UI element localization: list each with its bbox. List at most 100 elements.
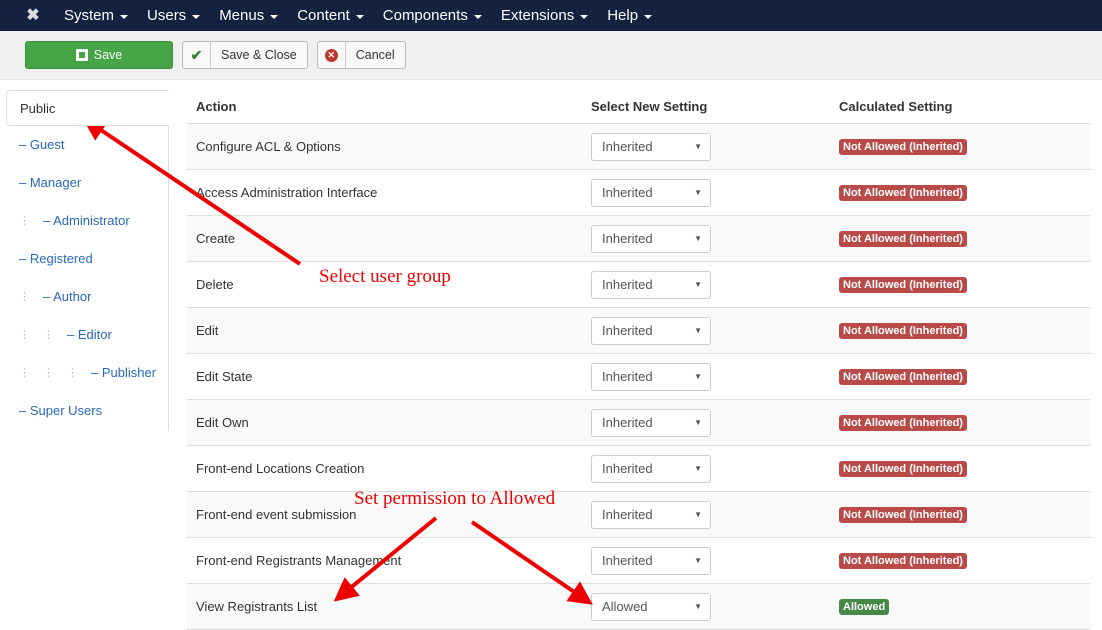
save-close-label: Save & Close	[221, 48, 297, 62]
sidebar-item-group[interactable]: – Super Users	[6, 391, 168, 429]
table-row: Front-end Locations Creation Inherited ▼ No…	[187, 446, 1091, 492]
group-label: – Registered	[19, 250, 93, 266]
action-name: Edit Own	[196, 415, 249, 430]
setting-cell: Inherited ▼	[583, 224, 831, 253]
sidebar-item-group[interactable]: ⋮ – Administrator	[6, 201, 168, 239]
edit-icon	[75, 49, 88, 61]
select-value: Inherited	[602, 553, 653, 568]
setting-select[interactable]: Allowed ▼	[591, 592, 711, 621]
group-label: – Super Users	[19, 402, 103, 418]
calculated-badge: Not Allowed (Inherited)	[839, 553, 967, 569]
setting-select[interactable]: Inherited ▼	[591, 546, 711, 575]
sidebar-item-group[interactable]: – Guest	[6, 125, 168, 163]
setting-select[interactable]: Inherited ▼	[591, 454, 711, 483]
setting-select[interactable]: Inherited ▼	[591, 362, 711, 391]
tree-guide: ⋮	[43, 328, 54, 341]
menu-menus[interactable]: Menus	[219, 7, 279, 24]
user-group-list: – Guest – Manager ⋮ – Administrator – Regist…	[6, 125, 169, 431]
tree-guide: ⋮	[19, 290, 30, 303]
save-close-button[interactable]: ✔ Save & Close	[182, 41, 308, 69]
setting-select[interactable]: Inherited ▼	[591, 500, 711, 529]
action-name: Configure ACL & Options	[196, 139, 341, 154]
menu-components[interactable]: Components	[383, 7, 482, 24]
setting-cell: Inherited ▼	[583, 408, 831, 437]
cancel-label: Cancel	[355, 48, 395, 62]
table-row: Access Administration Interface Inherited…	[187, 170, 1091, 216]
menu-content[interactable]: Content	[297, 7, 364, 24]
select-value: Inherited	[602, 415, 653, 430]
setting-cell: Inherited ▼	[583, 270, 831, 299]
calculated-cell: Allowed	[831, 598, 1091, 615]
annotation-select-user-group: Select user group	[319, 266, 451, 287]
calculated-badge: Not Allowed (Inherited)	[839, 323, 967, 339]
icon-box: ✕	[318, 42, 346, 68]
sidebar-item-group[interactable]: ⋮ ⋮ ⋮ – Publisher	[6, 353, 168, 391]
icon-box: ✔	[183, 42, 211, 68]
select-value: Inherited	[602, 461, 653, 476]
annotation-set-permission: Set permission to Allowed	[354, 488, 556, 509]
toolbar: Save ✔ Save & Close ✕ Cancel	[0, 31, 1102, 80]
header-action: Action	[196, 99, 237, 114]
caret-down-icon	[192, 14, 201, 19]
table-row: Edit Own Inherited ▼ Not Allowed (Inherited…	[187, 400, 1091, 446]
setting-cell: Inherited ▼	[583, 500, 831, 529]
save-label: Save	[93, 48, 123, 62]
setting-cell: Inherited ▼	[583, 362, 831, 391]
caret-down-icon	[580, 14, 589, 19]
dropdown-arrow-icon: ▼	[694, 602, 702, 611]
setting-select[interactable]: Inherited ▼	[591, 132, 711, 161]
tab-public[interactable]: Public	[6, 90, 169, 126]
tree-guide: ⋮	[67, 366, 78, 379]
user-group-tabs: Public – Guest – Manager ⋮ – Administrator –…	[6, 90, 169, 431]
dropdown-arrow-icon: ▼	[694, 464, 702, 473]
joomla-logo-icon[interactable]: ✖	[24, 7, 42, 25]
action-name: Access Administration Interface	[196, 185, 378, 200]
menu-label: Help	[607, 7, 639, 24]
table-header: Action Select New Setting Calculated Set…	[187, 90, 1091, 124]
select-value: Inherited	[602, 277, 653, 292]
table-body: Configure ACL & Options Inherited ▼ Not All…	[187, 124, 1091, 630]
menu-help[interactable]: Help	[607, 7, 653, 24]
action-name: Edit State	[196, 369, 253, 384]
dropdown-arrow-icon: ▼	[694, 418, 702, 427]
dropdown-arrow-icon: ▼	[694, 142, 702, 151]
setting-select[interactable]: Inherited ▼	[591, 270, 711, 299]
calculated-badge: Not Allowed (Inherited)	[839, 231, 967, 247]
save-button[interactable]: Save	[25, 41, 173, 69]
setting-select[interactable]: Inherited ▼	[591, 316, 711, 345]
cancel-circle-icon: ✕	[324, 48, 338, 62]
table-row: View Registrants List Allowed ▼ Allowed	[187, 584, 1091, 630]
dropdown-arrow-icon: ▼	[694, 326, 702, 335]
action-name: View Registrants List	[196, 599, 318, 614]
caret-down-icon	[355, 14, 364, 19]
select-value: Inherited	[602, 507, 653, 522]
group-label: – Guest	[19, 136, 65, 152]
dropdown-arrow-icon: ▼	[694, 556, 702, 565]
calculated-badge: Not Allowed (Inherited)	[839, 277, 967, 293]
group-label: – Manager	[19, 174, 82, 190]
dropdown-arrow-icon: ▼	[694, 510, 702, 519]
table-row: Edit State Inherited ▼ Not Allowed (Inherit…	[187, 354, 1091, 400]
menu-users[interactable]: Users	[147, 7, 201, 24]
setting-select[interactable]: Inherited ▼	[591, 408, 711, 437]
menu-label: Content	[297, 7, 350, 24]
select-value: Inherited	[602, 231, 653, 246]
table-row: Configure ACL & Options Inherited ▼ Not All…	[187, 124, 1091, 170]
dropdown-arrow-icon: ▼	[694, 234, 702, 243]
setting-select[interactable]: Inherited ▼	[591, 224, 711, 253]
select-value: Inherited	[602, 369, 653, 384]
action-name: Front-end Registrants Management	[196, 553, 402, 568]
cancel-button[interactable]: ✕ Cancel	[316, 41, 406, 69]
setting-cell: Inherited ▼	[583, 454, 831, 483]
menu-label: Components	[382, 7, 468, 24]
sidebar-item-group[interactable]: – Manager	[6, 163, 168, 201]
setting-select[interactable]: Inherited ▼	[591, 178, 711, 207]
sidebar-item-group[interactable]: ⋮ – Author	[6, 277, 168, 315]
calculated-badge: Not Allowed (Inherited)	[839, 369, 967, 385]
group-label: – Editor	[67, 326, 112, 342]
menu-extensions[interactable]: Extensions	[501, 7, 589, 24]
sidebar-item-group[interactable]: ⋮ ⋮ – Editor	[6, 315, 168, 353]
menu-system[interactable]: System	[64, 7, 129, 24]
table-row: Create Inherited ▼ Not Allowed (Inherited)	[187, 216, 1091, 262]
sidebar-item-group[interactable]: – Registered	[6, 239, 168, 277]
